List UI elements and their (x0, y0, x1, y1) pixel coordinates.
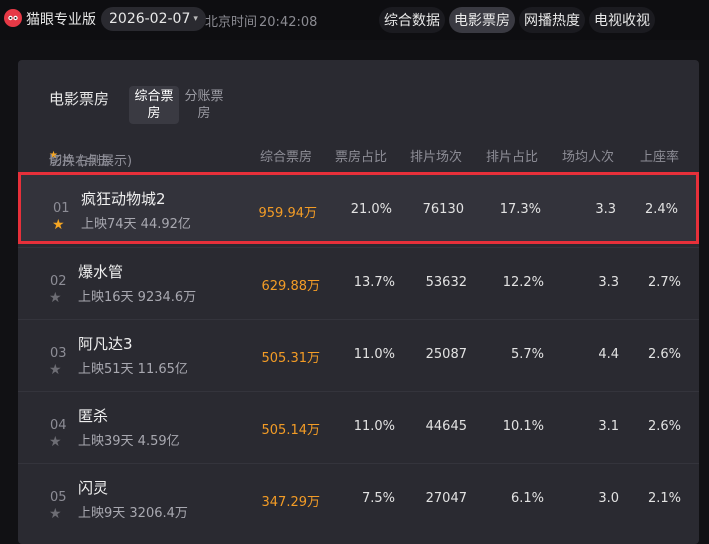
header-box-office[interactable]: 综合票房 (260, 146, 312, 165)
box-share-value: 7.5% (361, 491, 395, 506)
header-session-share[interactable]: 排片占比 (486, 146, 538, 165)
tab-streaming[interactable]: 网播热度 (519, 7, 585, 33)
box-share-value: 13.7% (353, 275, 395, 290)
film-release-info: 上映9天 3206.4万 (78, 506, 188, 521)
film-name: 疯狂动物城2 (81, 190, 166, 208)
star-icon[interactable]: ★ (49, 506, 62, 522)
header-avg-attendance[interactable]: 场均人次 (562, 146, 614, 165)
box-share-value: 11.0% (353, 347, 395, 362)
nav-tabs: 综合数据 电影票房 网播热度 电视收视 (379, 7, 655, 33)
session-share-value: 6.1% (510, 491, 544, 506)
sessions-value: 25087 (425, 347, 467, 362)
box-office-value: 959.94万 (258, 206, 318, 221)
occupancy-value: 2.6% (647, 419, 681, 434)
occupancy-value: 2.1% (647, 491, 681, 506)
table-row[interactable]: 05 ★ 闪灵 上映9天 3206.4万 347.29万 7.5% 27047 … (18, 463, 699, 535)
clock-time: 20:42:08 (259, 15, 318, 30)
tab-box-office[interactable]: 电影票房 (449, 7, 515, 33)
caret-down-icon: ▾ (193, 14, 198, 24)
session-share-value: 17.3% (499, 202, 541, 217)
film-name: 爆水管 (78, 263, 124, 281)
clock-label: 北京时间 (205, 15, 258, 30)
box-share-value: 21.0% (350, 202, 392, 217)
film-release-info: 上映39天 4.59亿 (78, 434, 180, 449)
table-row[interactable]: 04 ★ 匿杀 上映39天 4.59亿 505.14万 11.0% 44645 … (18, 391, 699, 463)
subtab-split-box-office[interactable]: 分账票房 (180, 86, 228, 124)
avg-attendance-value: 3.3 (598, 275, 619, 290)
film-name: 匿杀 (78, 407, 109, 425)
sessions-value: 76130 (422, 202, 464, 217)
avg-attendance-value: 3.1 (598, 419, 619, 434)
session-share-value: 10.1% (502, 419, 544, 434)
table-row[interactable]: 02 ★ 爆水管 上映16天 9234.6万 629.88万 13.7% 536… (18, 247, 699, 319)
box-office-value: 505.31万 (261, 351, 321, 366)
box-office-value: 629.88万 (261, 279, 321, 294)
app-logo-icon (4, 9, 22, 27)
header-box-share[interactable]: 票房占比 (335, 146, 387, 165)
star-icon[interactable]: ★ (49, 434, 62, 450)
clock: 北京时间 20:42:08 (205, 11, 317, 30)
row-rank: 04 (50, 418, 67, 433)
sessions-value: 53632 (425, 275, 467, 290)
panel-title: 电影票房 (49, 90, 110, 108)
occupancy-value: 2.6% (647, 347, 681, 362)
box-office-panel: 电影票房 综合票房 分账票房 影片 (点击 ★ 切换右侧展示) 综合票房 票房占… (18, 60, 699, 544)
film-name: 闪灵 (78, 479, 109, 497)
star-icon[interactable]: ★ (49, 362, 62, 378)
star-icon[interactable]: ★ (52, 217, 65, 233)
film-release-info: 上映74天 44.92亿 (81, 217, 191, 232)
avg-attendance-value: 3.3 (595, 202, 616, 217)
sessions-value: 27047 (425, 491, 467, 506)
row-rank: 03 (50, 346, 67, 361)
subtab-total-box-office[interactable]: 综合票房 (129, 86, 179, 124)
table-row[interactable]: 01 ★ 疯狂动物城2 上映74天 44.92亿 959.94万 21.0% 7… (18, 172, 699, 244)
tab-overview[interactable]: 综合数据 (379, 7, 445, 33)
row-rank: 05 (50, 490, 67, 505)
avg-attendance-value: 3.0 (598, 491, 619, 506)
app-name: 猫眼专业版 (26, 12, 96, 28)
film-release-info: 上映16天 9234.6万 (78, 290, 197, 305)
box-office-value: 347.29万 (261, 495, 321, 510)
date-value: 2026-02-07 (109, 11, 191, 27)
row-rank: 01 (53, 201, 70, 216)
box-share-value: 11.0% (353, 419, 395, 434)
session-share-value: 5.7% (510, 347, 544, 362)
date-selector[interactable]: 2026-02-07 ▾ (101, 7, 206, 31)
box-office-value: 505.14万 (261, 423, 321, 438)
top-bar: 猫眼专业版 2026-02-07 ▾ 北京时间 20:42:08 综合数据 电影票… (0, 0, 709, 40)
header-film-suffix: 切换右侧展示) (49, 154, 133, 169)
table-header: 影片 (点击 ★ 切换右侧展示) 综合票房 票房占比 排片场次 排片占比 场均人… (18, 142, 699, 169)
tab-tv-ratings[interactable]: 电视收视 (589, 7, 655, 33)
sessions-value: 44645 (425, 419, 467, 434)
star-icon[interactable]: ★ (49, 290, 62, 306)
table-row[interactable]: 03 ★ 阿凡达3 上映51天 11.65亿 505.31万 11.0% 250… (18, 319, 699, 391)
session-share-value: 12.2% (502, 275, 544, 290)
film-name: 阿凡达3 (78, 335, 133, 353)
avg-attendance-value: 4.4 (598, 347, 619, 362)
row-rank: 02 (50, 274, 67, 289)
film-release-info: 上映51天 11.65亿 (78, 362, 188, 377)
header-sessions[interactable]: 排片场次 (410, 146, 462, 165)
occupancy-value: 2.7% (647, 275, 681, 290)
header-occupancy[interactable]: 上座率 (640, 146, 679, 165)
occupancy-value: 2.4% (644, 202, 678, 217)
